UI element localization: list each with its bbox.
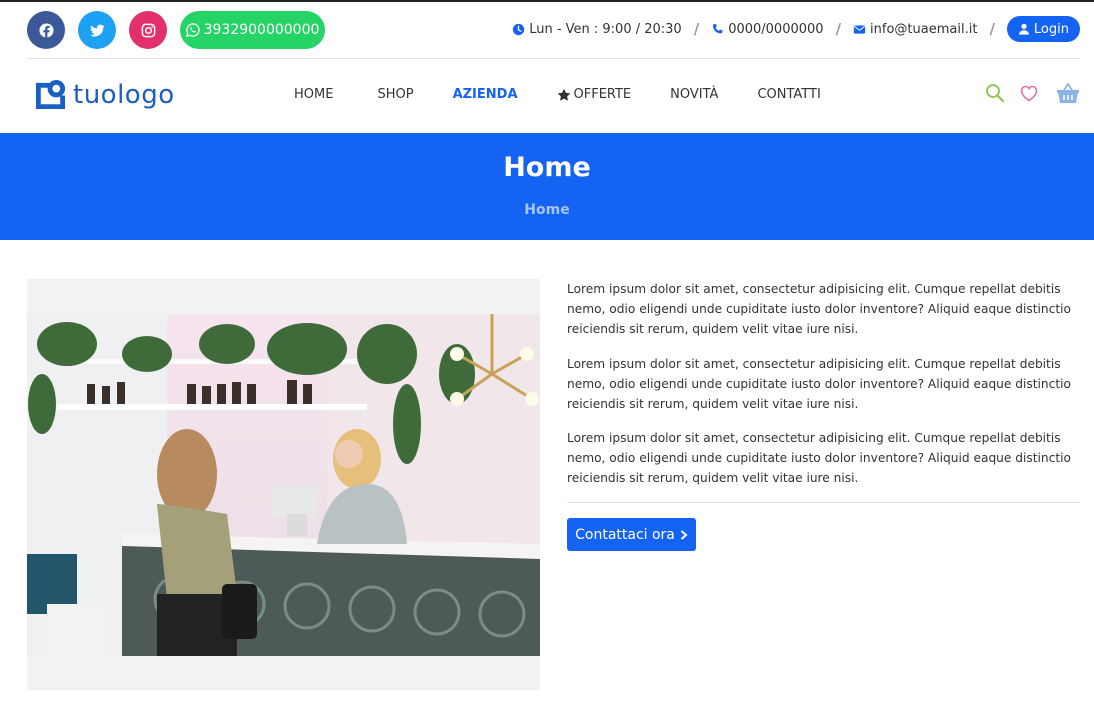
phone-link[interactable]: 0000/0000000: [711, 21, 824, 37]
clock-icon: [513, 23, 525, 35]
whatsapp-number: 3932900000000: [203, 22, 320, 38]
facebook-icon: [38, 22, 54, 38]
facebook-button[interactable]: [27, 11, 65, 49]
main-nav: HOME SHOP AZIENDA OFFERTE NOVITÀ CONTATT…: [294, 87, 821, 102]
email-link[interactable]: info@tuaemail.it: [853, 22, 977, 37]
opening-hours: Lun - Ven : 9:00 / 20:30: [512, 22, 682, 37]
image-frame: [27, 279, 540, 690]
star-icon: [557, 88, 570, 101]
whatsapp-button[interactable]: 3932900000000: [180, 11, 325, 49]
nav-item-azienda[interactable]: AZIENDA: [453, 87, 518, 102]
shop-photo-illustration: [27, 314, 540, 656]
nav-item-home[interactable]: HOME: [294, 87, 333, 102]
chevron-right-icon: [680, 529, 688, 540]
nav-label: OFFERTE: [573, 87, 632, 102]
top-bar: 3932900000000 Lun - Ven : 9:00 / 20:30 /…: [27, 10, 1080, 50]
cta-label: Contattaci ora: [575, 526, 675, 543]
twitter-button[interactable]: [78, 11, 116, 49]
wishlist-button[interactable]: [1018, 82, 1040, 108]
nav-label: CONTATTI: [757, 87, 821, 102]
nav-label: NOVITÀ: [670, 87, 719, 102]
contact-now-button[interactable]: Contattaci ora: [567, 518, 696, 551]
instagram-icon: [141, 23, 155, 37]
page-title: Home: [503, 152, 591, 183]
phone-text: 0000/0000000: [728, 21, 824, 37]
user-icon: [1019, 23, 1029, 35]
nav-item-contatti[interactable]: CONTATTI: [757, 87, 820, 102]
twitter-icon: [89, 24, 105, 36]
header-divider: [27, 58, 1080, 59]
logo-icon: [35, 79, 66, 110]
nav-label: SHOP: [377, 87, 414, 102]
email-text: info@tuaemail.it: [870, 21, 978, 37]
opening-hours-text: Lun - Ven : 9:00 / 20:30: [529, 21, 682, 37]
cart-button[interactable]: [1055, 82, 1081, 108]
nav-item-shop[interactable]: SHOP: [377, 87, 413, 102]
shop-photo: [27, 314, 540, 656]
site-logo[interactable]: tuologo: [34, 78, 175, 111]
top-border: [0, 0, 1094, 2]
nav-label: AZIENDA: [452, 87, 518, 102]
nav-item-novita[interactable]: NOVITÀ: [670, 87, 718, 102]
breadcrumb[interactable]: Home: [0, 202, 1094, 218]
envelope-icon: [853, 24, 866, 34]
content-text: Lorem ipsum dolor sit amet, consectetur …: [567, 279, 1080, 503]
heart-icon: [1020, 85, 1038, 102]
separator: /: [989, 20, 995, 38]
instagram-button[interactable]: [129, 11, 167, 49]
login-button[interactable]: Login: [1006, 16, 1080, 42]
separator: /: [835, 20, 842, 38]
paragraph: Lorem ipsum dolor sit amet, consectetur …: [567, 431, 1071, 485]
search-button[interactable]: [984, 82, 1006, 108]
nav-label: HOME: [294, 87, 334, 102]
page-header-banner: Home Home: [0, 133, 1094, 240]
nav-item-offerte[interactable]: OFFERTE: [557, 87, 632, 102]
contact-info: Lun - Ven : 9:00 / 20:30 / 0000/0000000 …: [512, 16, 1080, 42]
search-icon: [986, 84, 1004, 102]
login-label: Login: [1033, 21, 1069, 37]
basket-icon: [1057, 82, 1079, 103]
phone-icon: [713, 23, 723, 33]
content-divider: [567, 502, 1080, 503]
logo-text: tuologo: [73, 79, 175, 110]
whatsapp-icon: [185, 23, 200, 37]
paragraph: Lorem ipsum dolor sit amet, consectetur …: [567, 282, 1071, 336]
separator: /: [693, 20, 700, 38]
paragraph: Lorem ipsum dolor sit amet, consectetur …: [567, 356, 1071, 411]
